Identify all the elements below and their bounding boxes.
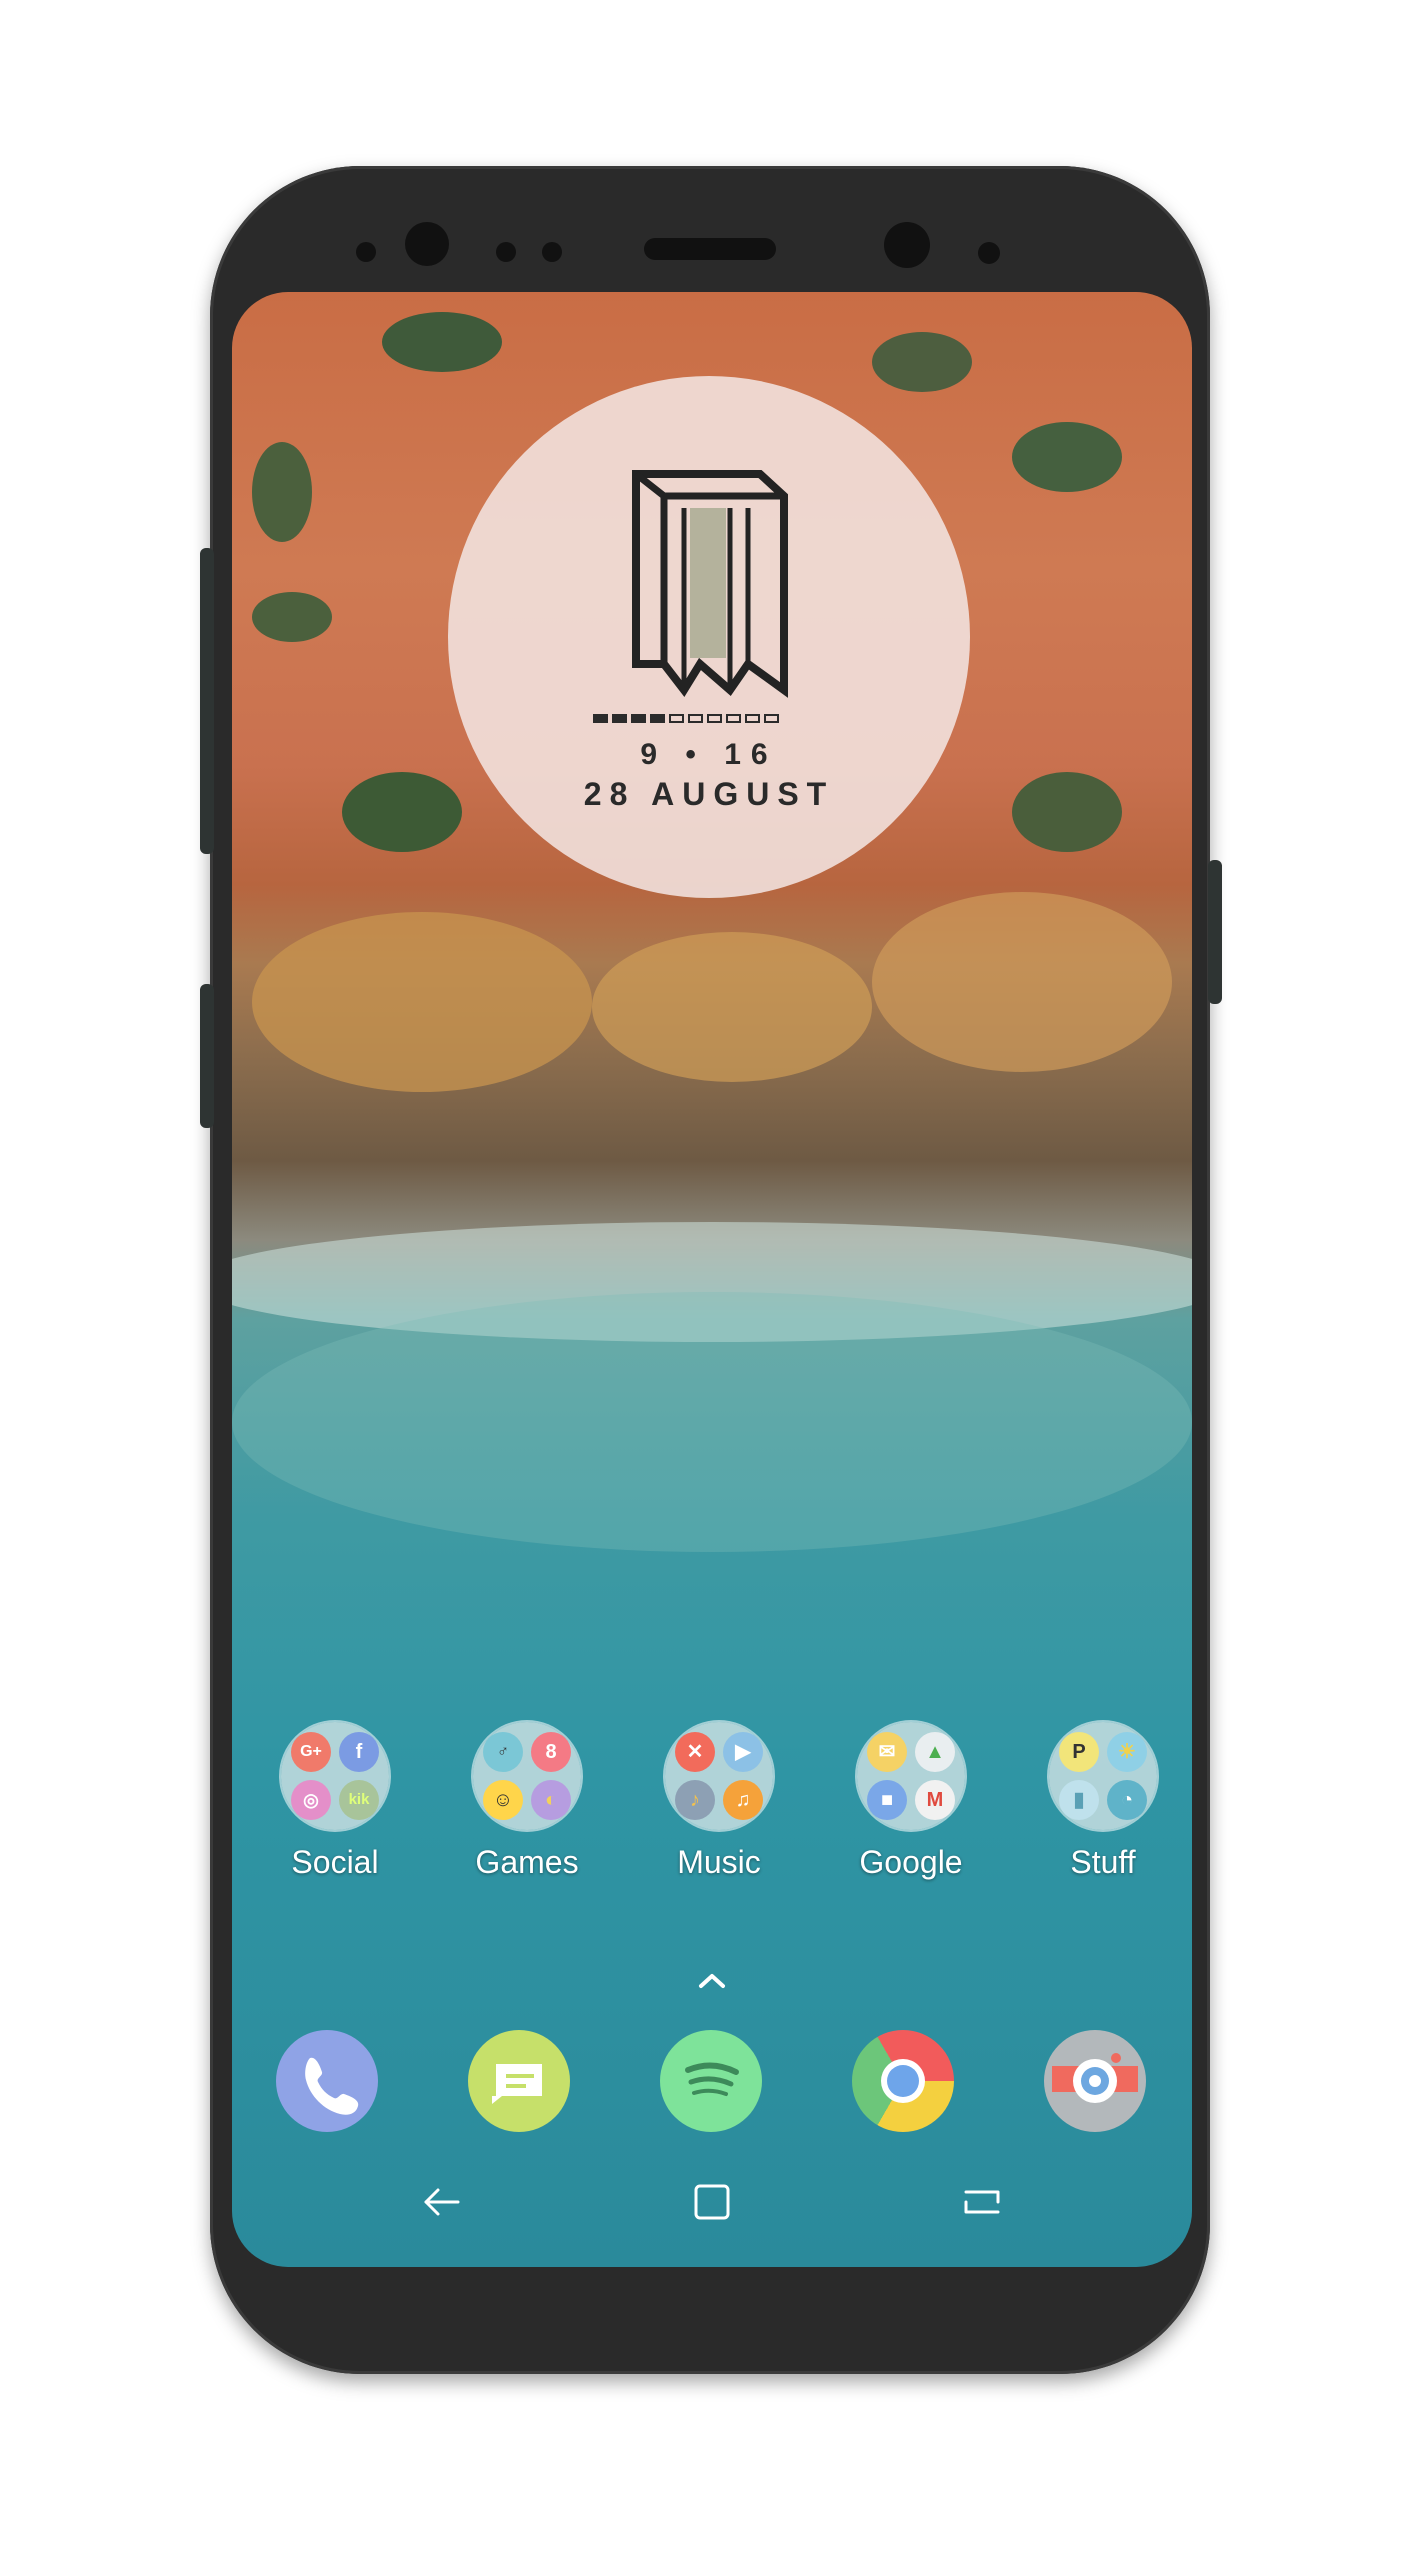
- folder-music-preview: ✕ ▶ ♪ ♫: [665, 1722, 773, 1830]
- folder-games-preview: ♂ 8 ☺ ◐: [473, 1722, 581, 1830]
- play-icon: ▶: [723, 1732, 763, 1772]
- wallpaper-bush: [382, 312, 502, 372]
- speedometer-icon: ◔: [1107, 1780, 1147, 1820]
- clock-time: 9 • 16: [640, 738, 778, 771]
- folder-label: Music: [677, 1844, 761, 1880]
- sensor-icon: [542, 242, 562, 262]
- music-x-icon: ✕: [675, 1732, 715, 1772]
- folder-google-preview: ✉ ▲ ■ M: [857, 1722, 965, 1830]
- emoji-game-icon: ☺: [483, 1780, 523, 1820]
- folder-stuff-preview: P ☀ ▮ ◔: [1049, 1722, 1157, 1830]
- wallpaper-rock: [592, 932, 872, 1082]
- camera-icon[interactable]: [1044, 2030, 1146, 2132]
- wallpaper-rock: [252, 912, 592, 1092]
- home-icon[interactable]: [682, 2172, 742, 2232]
- folder-music[interactable]: ✕ ▶ ♪ ♫ Music: [654, 1722, 784, 1881]
- clock-date: 28 AUGUST: [583, 776, 835, 812]
- folder-games[interactable]: ♂ 8 ☺ ◐ Games: [462, 1722, 592, 1881]
- duo-icon: ■: [867, 1780, 907, 1820]
- 8-ball-icon: 8: [531, 1732, 571, 1772]
- wallpaper-bush: [872, 332, 972, 392]
- battery-indicator: [593, 714, 779, 723]
- app-drawer-chevron-icon[interactable]: [685, 1966, 739, 1996]
- back-icon[interactable]: [412, 2172, 472, 2232]
- folder-social[interactable]: G+ f ◎ kik Social: [270, 1722, 400, 1881]
- instagram-icon: ◎: [291, 1780, 331, 1820]
- folder-label: Social: [291, 1844, 379, 1880]
- folder-google[interactable]: ✉ ▲ ■ M Google: [846, 1722, 976, 1881]
- folder-label: Stuff: [1070, 1844, 1136, 1880]
- wallpaper-shallows: [232, 1292, 1192, 1552]
- weather-icon: ☀: [1107, 1732, 1147, 1772]
- spotify-icon[interactable]: [660, 2030, 762, 2132]
- power-button: [1208, 860, 1222, 1004]
- front-camera-icon: [405, 222, 449, 266]
- folder-label: Google: [859, 1844, 963, 1880]
- folder-social-preview: G+ f ◎ kik: [281, 1722, 389, 1830]
- volume-button: [200, 548, 214, 854]
- wallpaper-rock: [872, 892, 1172, 1072]
- phone-icon[interactable]: [276, 2030, 378, 2132]
- home-screen: 9 • 16 28 AUGUST G+ f ◎ kik Social ♂ 8 ☺…: [232, 292, 1192, 2267]
- clock-widget[interactable]: 9 • 16 28 AUGUST: [448, 376, 970, 898]
- game-icon: ◐: [531, 1780, 571, 1820]
- recents-icon[interactable]: [952, 2172, 1012, 2232]
- iris-camera-icon: [884, 222, 930, 268]
- facebook-icon: f: [339, 1732, 379, 1772]
- kik-icon: kik: [339, 1780, 379, 1820]
- game-icon: ♂: [483, 1732, 523, 1772]
- wallpaper-bush: [252, 592, 332, 642]
- drive-icon: ▲: [915, 1732, 955, 1772]
- folder-label: Games: [475, 1844, 579, 1880]
- sensor-icon: [496, 242, 516, 262]
- gmail-icon: M: [915, 1780, 955, 1820]
- wallpaper-bush: [1012, 422, 1122, 492]
- music-icon: ♪: [675, 1780, 715, 1820]
- messages-icon[interactable]: [468, 2030, 570, 2132]
- sensor-icon: [978, 242, 1000, 264]
- wallpaper-bush: [252, 442, 312, 542]
- pushbullet-icon: P: [1059, 1732, 1099, 1772]
- wallpaper-bush: [342, 772, 462, 852]
- logo-icon: [632, 470, 788, 698]
- app-icon: ▮: [1059, 1780, 1099, 1820]
- sensor-icon: [356, 242, 376, 262]
- folder-stuff[interactable]: P ☀ ▮ ◔ Stuff: [1038, 1722, 1168, 1881]
- gmail-icon: ✉: [867, 1732, 907, 1772]
- wallpaper-bush: [1012, 772, 1122, 852]
- bixby-button: [200, 984, 214, 1128]
- earpiece-speaker: [644, 238, 776, 260]
- music-note-icon: ♫: [723, 1780, 763, 1820]
- google-plus-icon: G+: [291, 1732, 331, 1772]
- chrome-icon[interactable]: [852, 2030, 954, 2132]
